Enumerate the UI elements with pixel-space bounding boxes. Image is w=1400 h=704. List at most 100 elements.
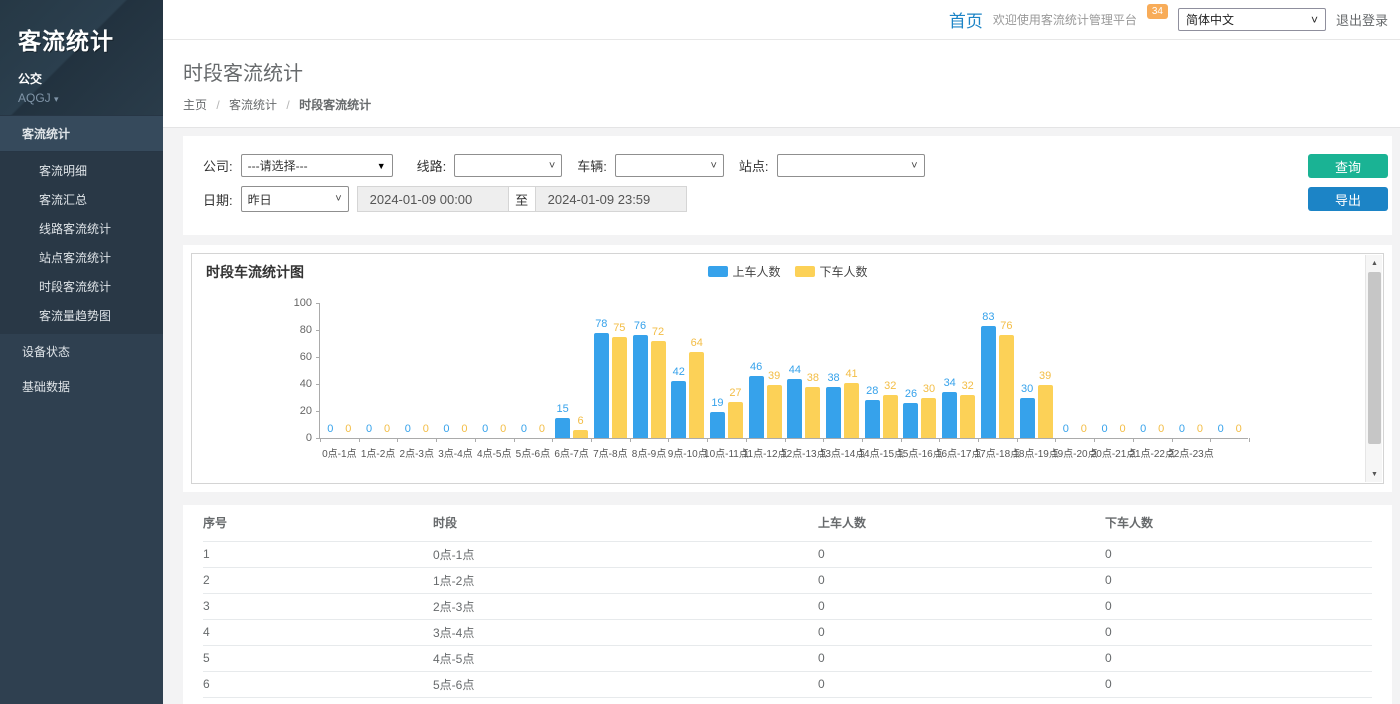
chart-bar	[844, 383, 859, 438]
x-axis-tick	[630, 438, 631, 442]
app-title: 客流统计	[18, 22, 163, 56]
chevron-down-icon: ˅	[335, 193, 341, 205]
x-axis-tick	[359, 438, 360, 442]
line-select[interactable]: ˅	[454, 154, 562, 177]
sidebar-item-device-status[interactable]: 设备状态	[0, 334, 163, 369]
chart-bar	[805, 387, 820, 438]
sidebar-subitem[interactable]: 客流汇总	[0, 185, 163, 214]
sidebar: 客流统计 公交 AQGJ ▾ 客流统计 客流明细客流汇总线路客流统计站点客流统计…	[0, 0, 163, 704]
sidebar-subitem[interactable]: 客流明细	[0, 156, 163, 185]
date-to-input[interactable]: 2024-01-09 23:59	[535, 186, 687, 212]
logout-link[interactable]: 退出登录	[1336, 10, 1388, 29]
x-axis-tick	[1210, 438, 1211, 442]
sidebar-submenu: 客流明细客流汇总线路客流统计站点客流统计时段客流统计客流量趋势图	[0, 152, 163, 334]
chart-bar	[651, 341, 666, 438]
table-column-header: 下车人数	[1105, 505, 1372, 541]
x-axis-tick	[978, 438, 979, 442]
station-label: 站点:	[739, 156, 769, 175]
export-button[interactable]: 导出	[1308, 187, 1388, 211]
breadcrumb-home[interactable]: 主页	[183, 98, 207, 112]
language-selected-value: 简体中文	[1186, 11, 1234, 28]
table-cell: 0点-1点	[433, 541, 818, 567]
query-button[interactable]: 查询	[1308, 154, 1388, 178]
chart-bar	[999, 335, 1014, 438]
filter-buttons: 查询 导出	[1308, 154, 1388, 211]
x-axis-tick	[746, 438, 747, 442]
table-cell: 2	[203, 567, 433, 593]
time-period-table: 序号时段上车人数下车人数 10点-1点0021点-2点0032点-3点0043点…	[203, 505, 1372, 704]
home-link[interactable]: 首页	[949, 7, 983, 32]
date-from-input[interactable]: 2024-01-09 00:00	[357, 186, 509, 212]
chart-bar	[1038, 385, 1053, 438]
sidebar-item-passenger-stats[interactable]: 客流统计	[0, 115, 163, 152]
chart-bar	[594, 333, 609, 438]
chart-bar	[1020, 398, 1035, 439]
chevron-down-icon: ˅	[911, 160, 917, 172]
chart-bar	[710, 412, 725, 438]
x-axis-tick	[514, 438, 515, 442]
table-cell: 0	[1105, 541, 1372, 567]
x-axis-tick	[901, 438, 902, 442]
breadcrumb-current: 时段客流统计	[299, 98, 371, 112]
notification-badge[interactable]: 34	[1147, 4, 1168, 19]
company-selected-value: ---请选择---	[248, 157, 308, 174]
user-dropdown[interactable]: AQGJ ▾	[18, 91, 163, 105]
sidebar-subitem[interactable]: 客流量趋势图	[0, 301, 163, 330]
chart-title: 时段车流统计图	[206, 262, 304, 282]
table-cell: 6点-7点	[433, 697, 818, 704]
date-preset-select[interactable]: 昨日 ˅	[241, 186, 349, 212]
y-axis-tick	[316, 384, 320, 385]
table-panel: 序号时段上车人数下车人数 10点-1点0021点-2点0032点-3点0043点…	[183, 505, 1392, 704]
app-root: 客流统计 公交 AQGJ ▾ 客流统计 客流明细客流汇总线路客流统计站点客流统计…	[0, 0, 1400, 704]
station-select[interactable]: ˅	[777, 154, 925, 177]
chart-bar	[728, 402, 743, 438]
company-select[interactable]: ---请选择--- ▼	[241, 154, 393, 177]
table-row: 10点-1点00	[203, 541, 1372, 567]
date-preset-value: 昨日	[248, 191, 272, 208]
org-label: 公交	[18, 70, 163, 87]
table-cell: 0	[1105, 671, 1372, 697]
table-body: 10点-1点0021点-2点0032点-3点0043点-4点0054点-5点00…	[203, 541, 1372, 704]
filter-row-2: 日期: 昨日 ˅ 2024-01-09 00:00 至 2024-01-09 2…	[203, 186, 1282, 212]
scroll-down-arrow[interactable]: ▼	[1366, 466, 1383, 482]
bar-value-label: 64	[683, 337, 711, 349]
table-row: 21点-2点00	[203, 567, 1372, 593]
y-axis-tick	[316, 303, 320, 304]
chart-bar	[903, 403, 918, 438]
chart-bar	[787, 379, 802, 438]
bar-value-label: 0	[528, 423, 556, 435]
table-header-row: 序号时段上车人数下车人数	[203, 505, 1372, 541]
breadcrumb-section[interactable]: 客流统计	[229, 98, 277, 112]
table-cell: 1点-2点	[433, 567, 818, 593]
bar-value-label: 32	[954, 380, 982, 392]
chart-panel: 时段车流统计图 上车人数下车人数 020406080100000点-1点001点…	[183, 245, 1392, 492]
line-label: 线路:	[417, 156, 447, 175]
scroll-up-arrow[interactable]: ▲	[1366, 255, 1383, 271]
x-axis-tick	[1133, 438, 1134, 442]
scrollbar-thumb[interactable]	[1368, 272, 1381, 444]
x-axis-tick	[668, 438, 669, 442]
x-axis-tick	[823, 438, 824, 442]
sidebar-item-base-data[interactable]: 基础数据	[0, 369, 163, 404]
language-select[interactable]: 简体中文 ˅	[1178, 8, 1326, 31]
user-name: AQGJ	[18, 91, 51, 105]
table-cell: 15	[818, 697, 1105, 704]
chevron-down-icon: ▼	[377, 161, 386, 171]
table-row: 76点-7点156	[203, 697, 1372, 704]
table-cell: 0	[1105, 567, 1372, 593]
sidebar-subitem[interactable]: 站点客流统计	[0, 243, 163, 272]
legend-item[interactable]: 上车人数	[707, 263, 780, 280]
bar-value-label: 0	[1225, 423, 1253, 435]
y-axis-tick-label: 60	[282, 351, 312, 363]
sidebar-subitem[interactable]: 线路客流统计	[0, 214, 163, 243]
x-axis-tick	[1055, 438, 1056, 442]
chart-bar	[749, 376, 764, 438]
chevron-down-icon: ˅	[710, 160, 716, 172]
vehicle-select[interactable]: ˅	[615, 154, 724, 177]
table-cell: 0	[818, 645, 1105, 671]
legend-label: 下车人数	[820, 263, 868, 280]
breadcrumb: 主页 / 客流统计 / 时段客流统计	[183, 96, 1400, 113]
y-axis-tick-label: 0	[282, 432, 312, 444]
sidebar-subitem[interactable]: 时段客流统计	[0, 272, 163, 301]
legend-item[interactable]: 下车人数	[795, 263, 868, 280]
